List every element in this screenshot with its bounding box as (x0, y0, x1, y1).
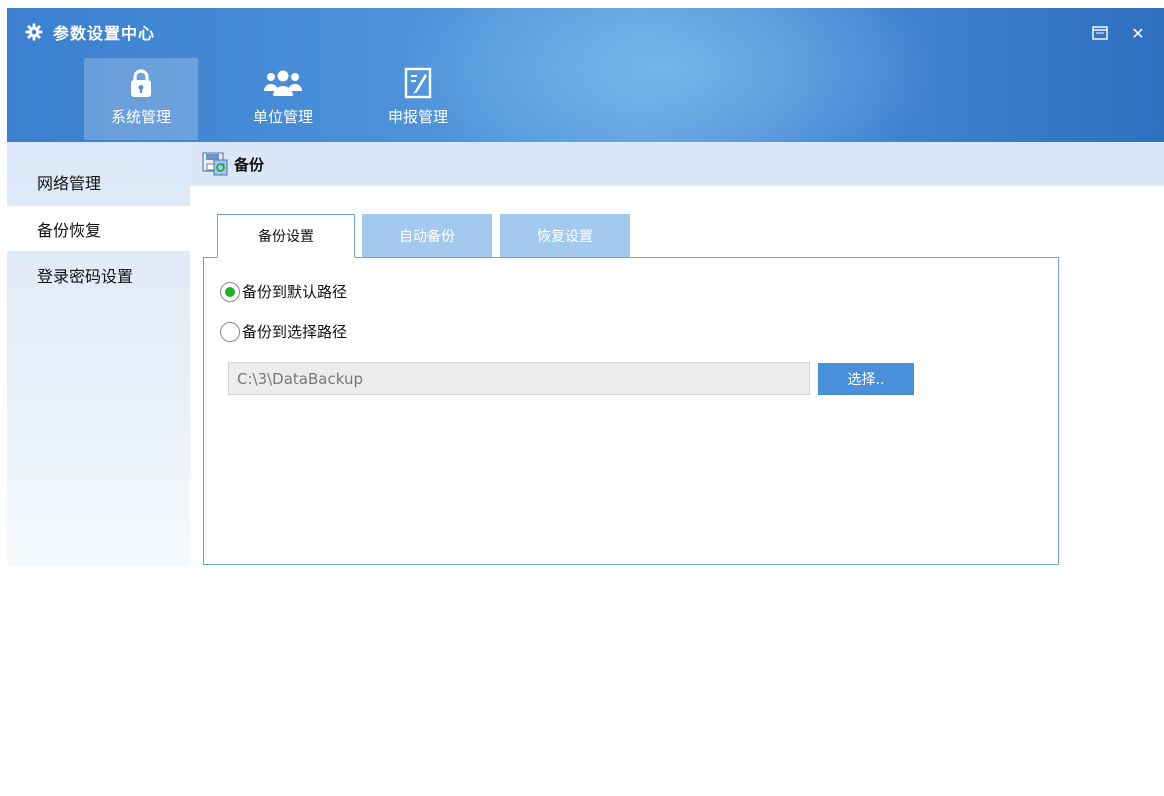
close-icon[interactable]: ✕ (1129, 24, 1147, 43)
nav-item-label: 申报管理 (387, 108, 448, 126)
gear-icon (25, 23, 43, 41)
maximize-icon[interactable] (1091, 24, 1109, 42)
radio-unchecked-icon[interactable] (220, 321, 240, 342)
users-icon (263, 66, 303, 100)
backup-icon (202, 152, 228, 176)
sidebar-item-network[interactable]: 网络管理 (7, 158, 190, 206)
header-banner: 参数设置中心 ✕ 系统管理 单位管理 申报管理 (7, 8, 1164, 142)
nav-item-label: 系统管理 (110, 108, 171, 126)
lock-icon (128, 66, 154, 100)
sidebar-item-backup-restore[interactable]: 备份恢复 (7, 206, 190, 251)
sidebar-item-login-password[interactable]: 登录密码设置 (7, 251, 190, 299)
radio-custom-path[interactable]: 备份到选择路径 (220, 321, 347, 342)
radio-custom-path-label: 备份到选择路径 (242, 323, 348, 341)
backup-path-input[interactable] (228, 362, 810, 395)
tab-label: 恢复设置 (537, 229, 593, 245)
sidebar-item-label: 登录密码设置 (37, 267, 134, 286)
nav-item-system[interactable]: 系统管理 (84, 58, 198, 140)
section-header: 备份 (190, 142, 1164, 186)
tab-backup-settings[interactable]: 备份设置 (217, 214, 355, 258)
radio-checked-icon[interactable] (220, 281, 240, 302)
backup-settings-panel: 备份到默认路径 备份到选择路径 选择.. (203, 257, 1059, 565)
edit-document-icon (403, 66, 433, 100)
tab-restore-settings[interactable]: 恢复设置 (500, 214, 630, 258)
radio-default-path-label: 备份到默认路径 (242, 283, 348, 301)
nav-item-declaration[interactable]: 申报管理 (361, 58, 475, 140)
tab-label: 备份设置 (258, 229, 314, 245)
nav-item-label: 单位管理 (252, 108, 313, 126)
choose-path-button[interactable]: 选择.. (818, 363, 914, 395)
tab-label: 自动备份 (399, 229, 455, 245)
window-title: 参数设置中心 (53, 24, 156, 43)
section-title: 备份 (234, 155, 265, 174)
sidebar-item-label: 网络管理 (37, 174, 102, 193)
tab-auto-backup[interactable]: 自动备份 (362, 214, 492, 258)
title-bar: 参数设置中心 (25, 20, 155, 44)
sidebar: 网络管理 备份恢复 登录密码设置 (7, 142, 190, 566)
sidebar-item-label: 备份恢复 (37, 220, 102, 240)
radio-default-path[interactable]: 备份到默认路径 (220, 281, 347, 302)
nav-item-unit[interactable]: 单位管理 (226, 58, 340, 140)
